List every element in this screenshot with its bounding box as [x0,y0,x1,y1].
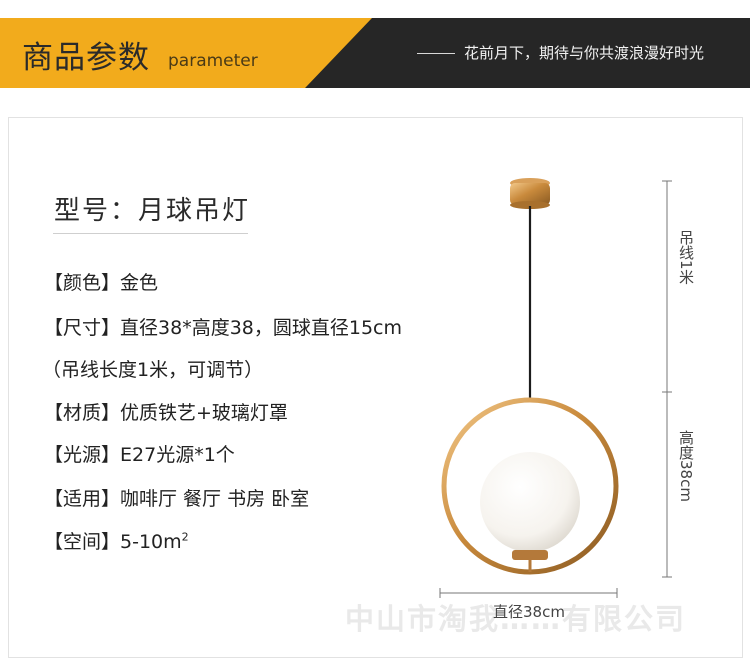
lamp-holder [512,550,548,560]
height-label: 高度38cm [677,430,695,502]
glass-globe [480,452,580,552]
cord-length-label: 吊线1米 [677,230,695,285]
pendant-lamp-illustration [439,178,672,598]
diameter-label: 直径38cm [493,603,565,621]
ceiling-canopy [510,178,550,209]
